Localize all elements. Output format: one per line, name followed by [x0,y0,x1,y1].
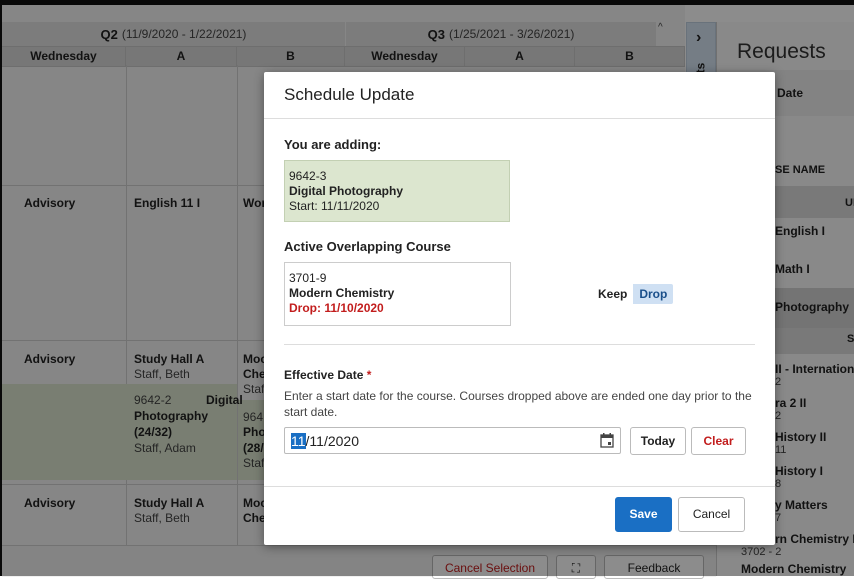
date-selected-segment: 11 [291,433,306,449]
date-rest: /11/2020 [305,433,360,449]
overlap-course-name: Modern Chemistry [289,286,395,300]
adding-course-name: Digital Photography [289,184,403,198]
dialog-title: Schedule Update [284,85,415,104]
effective-date-help: Enter a start date for the course. Cours… [284,389,752,419]
date-text: 11/11/2020 [291,433,359,449]
overlap-course-code: 3701-9 [289,271,327,285]
adding-course-start: Start: 11/11/2020 [289,199,380,213]
footer-divider [264,486,775,487]
cancel-button[interactable]: Cancel [678,497,745,532]
schedule-update-dialog: Schedule Update You are adding: 9642-3 D… [264,72,775,545]
keep-option[interactable]: Keep [592,284,634,304]
overlap-drop-date: Drop: 11/10/2020 [289,301,384,315]
clear-button[interactable]: Clear [691,427,746,455]
adding-label: You are adding: [284,137,382,152]
keep-drop-toggle[interactable]: Keep Drop [592,284,674,304]
calendar-icon[interactable] [600,433,614,448]
effective-date-input[interactable]: 11/11/2020 [284,427,621,454]
effective-date-text: Effective Date [284,368,364,382]
overlap-label: Active Overlapping Course [284,239,451,254]
divider [284,344,755,345]
save-button[interactable]: Save [615,497,672,532]
effective-date-label: Effective Date * [284,368,371,382]
dialog-header: Schedule Update [264,72,775,119]
overlap-course-card: 3701-9 Modern Chemistry Drop: 11/10/2020 [284,262,511,326]
required-mark: * [366,368,372,382]
today-button[interactable]: Today [630,427,686,455]
drop-option[interactable]: Drop [633,284,674,304]
adding-course-code: 9642-3 [289,169,327,183]
adding-course-card: 9642-3 Digital Photography Start: 11/11/… [284,160,510,222]
